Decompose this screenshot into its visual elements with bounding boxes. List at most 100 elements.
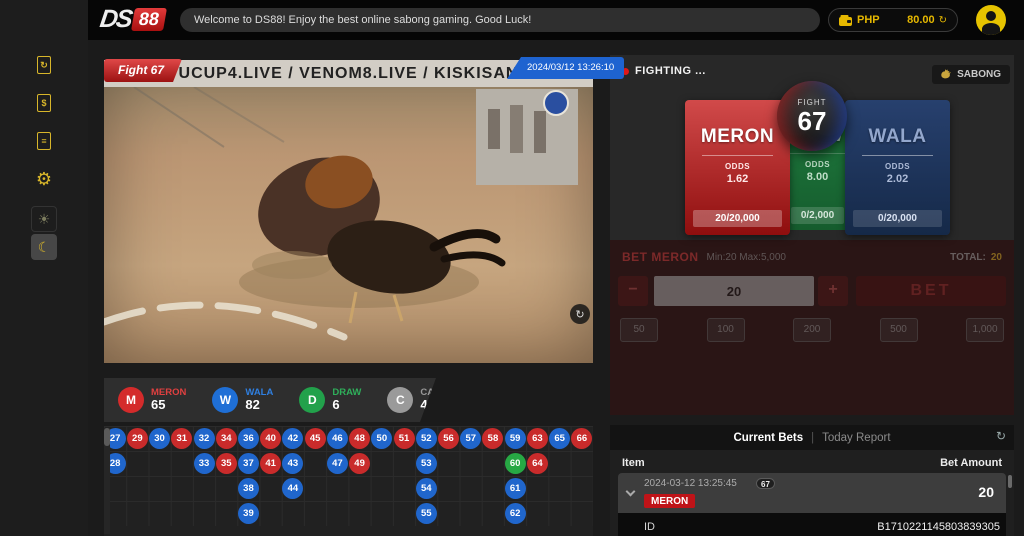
doc-glyph: ↻ (38, 57, 50, 73)
doc-shape: ≡ (37, 132, 51, 150)
avatar-head-shape (986, 11, 996, 21)
dark-mode-icon[interactable]: ☾ (31, 234, 57, 260)
result-49: 49 (349, 453, 370, 474)
result-39: 39 (238, 503, 259, 524)
result-63: 63 (527, 428, 548, 449)
quick-amount-500[interactable]: 500 (880, 318, 918, 342)
result-58: 58 (482, 428, 503, 449)
quick-amount-50[interactable]: 50 (620, 318, 658, 342)
bets-scrollbar-thumb[interactable] (1008, 475, 1012, 488)
bet-fight-badge: 67 (756, 478, 775, 489)
result-35: 35 (216, 453, 237, 474)
draw-letter-icon: D (299, 387, 325, 413)
bet-controls-zone: BET MERON Min:20 Max:5,000 TOTAL: 20 − +… (610, 240, 1014, 415)
bet-info-line: BET MERON Min:20 Max:5,000 TOTAL: 20 (622, 250, 1002, 264)
stat-value: 82 (245, 398, 273, 412)
result-29: 29 (127, 428, 148, 449)
tab-current-bets[interactable]: Current Bets (733, 432, 803, 444)
current-bets-panel: Current Bets | Today Report ↻ Item Bet A… (610, 425, 1014, 536)
draw-pool: 0/2,000 (791, 207, 844, 224)
balance-refresh-icon[interactable]: ↻ (939, 15, 947, 26)
bet-limits: Min:20 Max:5,000 (707, 252, 787, 263)
light-mode-icon[interactable]: ☀ (31, 206, 57, 232)
stat-draw: DDRAW6 (299, 387, 361, 413)
meron-card[interactable]: MERON ODDS 1.62 20/20,000 (685, 100, 790, 235)
bets-tabs: Current Bets | Today Report (610, 425, 1014, 450)
total-value: 20 (991, 252, 1002, 263)
scrollbar-thumb[interactable] (104, 428, 110, 446)
results-grid-scrollbar[interactable] (104, 428, 110, 534)
doc-glyph: $ (38, 95, 50, 111)
wala-odds-value: 2.02 (845, 173, 950, 185)
result-43: 43 (282, 453, 303, 474)
provider-label: SABONG (957, 69, 1001, 80)
ds88-logo[interactable]: DS 88 (100, 5, 165, 34)
results-grid-wrap[interactable]: 2728293031323334353637383940414243444546… (104, 426, 593, 536)
decrease-bet-button[interactable]: − (618, 276, 648, 306)
result-47: 47 (327, 453, 348, 474)
chevron-down-icon[interactable] (626, 487, 636, 497)
settings-icon[interactable]: ⚙ (29, 164, 59, 194)
transaction-report-icon[interactable]: $ (29, 88, 59, 118)
col-bet-amount: Bet Amount (940, 457, 1002, 469)
wala-odds-label: ODDS (845, 162, 950, 171)
doc-shape: ↻ (37, 56, 51, 74)
result-31: 31 (171, 428, 192, 449)
wala-card[interactable]: WALA ODDS 2.02 0/20,000 (845, 100, 950, 235)
bet-row[interactable]: 2024-03-12 13:25:45 67 MERON 20 (618, 473, 1006, 513)
fight-number: 67 (798, 108, 827, 134)
bet-button[interactable]: BET (856, 276, 1006, 306)
result-45: 45 (305, 428, 326, 449)
result-57: 57 (460, 428, 481, 449)
bet-detail-row: ID B1710221145803839305 (618, 513, 1006, 536)
stat-value: 4 (420, 398, 460, 412)
game-records-icon[interactable]: ≡ (29, 126, 59, 156)
meron-odds-value: 1.62 (685, 173, 790, 185)
result-60: 60 (505, 453, 526, 474)
bet-side-badge: MERON (644, 494, 695, 508)
bet-history-icon[interactable]: ↻ (29, 50, 59, 80)
result-54: 54 (416, 478, 437, 499)
quick-amount-100[interactable]: 100 (707, 318, 745, 342)
result-55: 55 (416, 503, 437, 524)
bet-amount-input[interactable] (654, 276, 814, 306)
sidebar: ↻ $ ≡ ⚙ ☀☾ (0, 0, 88, 536)
tab-separator: | (811, 432, 814, 444)
wala-pool: 0/20,000 (853, 210, 942, 227)
result-33: 33 (194, 453, 215, 474)
tab-today-report[interactable]: Today Report (822, 432, 890, 444)
result-41: 41 (260, 453, 281, 474)
divider (702, 155, 773, 156)
result-65: 65 (549, 428, 570, 449)
result-61: 61 (505, 478, 526, 499)
quick-amount-200[interactable]: 200 (793, 318, 831, 342)
bet-id-value: B1710221145803839305 (877, 521, 1000, 533)
top-bar: DS 88 Welcome to DS88! Enjoy the best on… (88, 0, 1024, 40)
fight-number-badge: Fight 67 (104, 59, 182, 82)
wallet-pill[interactable]: PHP 80.00 ↻ (828, 8, 958, 32)
logo-88-text: 88 (131, 8, 167, 31)
increase-bet-button[interactable]: + (818, 276, 848, 306)
betting-panel: FIGHTING ... SABONG MERON ODDS 1.62 20/2… (610, 55, 1014, 415)
quick-amount-1000[interactable]: 1,000 (966, 318, 1004, 342)
provider-badge[interactable]: SABONG (932, 65, 1010, 84)
video-refresh-icon[interactable]: ↻ (570, 304, 590, 324)
result-51: 51 (394, 428, 415, 449)
wallet-icon (839, 15, 852, 26)
bet-amount-value: 20 (978, 484, 994, 500)
stat-value: 65 (151, 398, 186, 412)
meron-pool: 20/20,000 (693, 210, 782, 227)
bet-side-label: BET MERON (622, 250, 699, 264)
arena-scene (104, 87, 593, 363)
result-44: 44 (282, 478, 303, 499)
bets-refresh-icon[interactable]: ↻ (996, 429, 1006, 443)
stat-value: 6 (332, 398, 361, 412)
result-64: 64 (527, 453, 548, 474)
currency-label: PHP (857, 14, 880, 26)
live-video[interactable]: UCUP4.LIVE / VENOM8.LIVE / KISKISAN ↻ (104, 60, 593, 363)
stat-wala: WWALA82 (212, 387, 273, 413)
doc-shape: $ (37, 94, 51, 112)
user-avatar[interactable] (976, 5, 1006, 35)
meron-title: MERON (685, 126, 790, 148)
result-38: 38 (238, 478, 259, 499)
